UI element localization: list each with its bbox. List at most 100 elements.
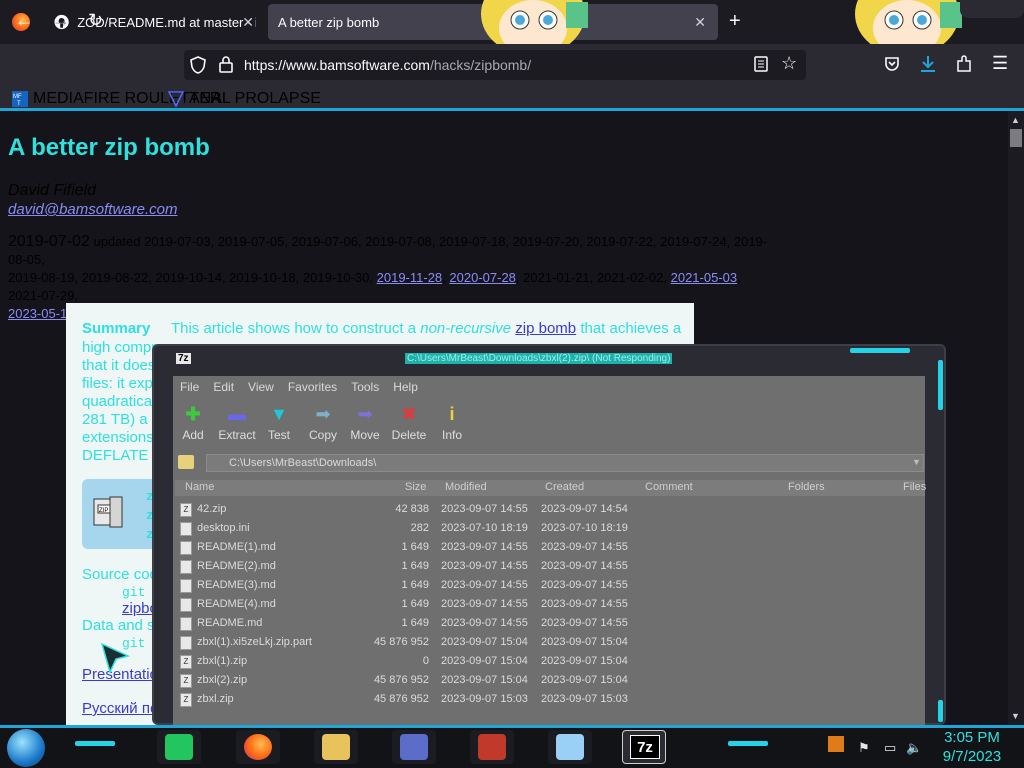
scroll-down-icon[interactable]: ▼: [1011, 711, 1020, 721]
menu-tools[interactable]: Tools: [344, 376, 386, 396]
info-icon: i: [449, 404, 455, 424]
add-button[interactable]: ✚ Add: [170, 404, 216, 442]
file-size: 42 838: [395, 503, 429, 515]
copy-button[interactable]: ➡ Copy: [300, 404, 346, 442]
summary-fragment: quadratica: [82, 393, 153, 410]
file-row[interactable]: Zzbxl.zip 45 876 952 2023-09-07 15:03 2023-…: [177, 690, 925, 709]
file-row[interactable]: desktop.ini 282 2023-07-10 18:19 2023-07-10…: [177, 519, 925, 538]
menu-favorites[interactable]: Favorites: [281, 376, 344, 396]
pocket-icon[interactable]: [884, 56, 900, 72]
file-row[interactable]: README(2).md 1 649 2023-09-07 14:55 2023-09…: [177, 557, 925, 576]
bookmark-anal-prolapse[interactable]: ANAL PROLAPSE: [168, 90, 321, 108]
reader-view-icon[interactable]: [754, 56, 768, 72]
bookmark-star-icon[interactable]: ☆: [781, 53, 797, 74]
file-created: 2023-09-07 15:04: [541, 636, 628, 648]
new-tab-icon[interactable]: +: [729, 10, 741, 33]
file-list-header: Name Size Modified Created Comment Folde…: [175, 480, 926, 496]
file-row[interactable]: zbxl(1).xi5zeLkj.zip.part 45 876 952 2023-…: [177, 633, 925, 652]
date-link[interactable]: 2021-05-03: [671, 270, 738, 285]
extensions-icon[interactable]: [956, 55, 972, 73]
author-name: David Fifield: [8, 182, 97, 199]
test-button[interactable]: ▼ Test: [256, 404, 302, 442]
info-button[interactable]: i Info: [429, 404, 475, 442]
url-text[interactable]: https://www.bamsoftware.com/hacks/zipbom…: [244, 57, 531, 73]
lock-icon[interactable]: [219, 56, 233, 73]
volume-icon[interactable]: 🔈: [906, 740, 922, 756]
menu-edit[interactable]: Edit: [206, 376, 241, 396]
file-created: 2023-09-07 15:04: [541, 674, 628, 686]
shield-icon[interactable]: [190, 56, 206, 74]
network-icon[interactable]: ▭: [884, 740, 896, 756]
file-created: 2023-09-07 14:55: [541, 598, 628, 610]
7zip-menu-bar: File Edit View Favorites Tools Help: [173, 376, 425, 396]
menu-hamburger-icon[interactable]: ☰: [992, 53, 1008, 74]
menu-file[interactable]: File: [173, 376, 206, 396]
file-modified: 2023-09-07 14:55: [441, 579, 528, 591]
file-row[interactable]: README.md 1 649 2023-09-07 14:55 2023-09-07…: [177, 614, 925, 633]
extract-icon: ▬: [228, 404, 246, 424]
date-link[interactable]: 2019-11-28: [377, 270, 443, 285]
window-controls[interactable]: [960, 0, 1024, 18]
menu-view[interactable]: View: [241, 376, 281, 396]
file-row[interactable]: README(3).md 1 649 2023-09-07 14:55 2023-09…: [177, 576, 925, 595]
date-link[interactable]: 2023-05-18: [8, 306, 75, 321]
zip-archive-icon: ZIP: [93, 496, 123, 528]
forward-icon[interactable]: →: [52, 10, 70, 31]
file-name: README(4).md: [197, 598, 276, 610]
flag-icon[interactable]: ⚑: [858, 740, 870, 756]
file-created: 2023-09-07 14:55: [541, 541, 628, 553]
tab-label: A better zip bomb: [278, 14, 380, 30]
column-folders[interactable]: Folders: [788, 481, 825, 493]
extract-button[interactable]: ▬ Extract: [214, 404, 260, 442]
data-label: Data and so: [82, 617, 163, 634]
file-row[interactable]: Z 42.zip 42 838 2023-09-07 14:55 2023-09-07 …: [177, 500, 925, 519]
file-name: desktop.ini: [197, 522, 250, 534]
file-row[interactable]: README(1).md 1 649 2023-09-07 14:55 2023-09…: [177, 538, 925, 557]
downloads-icon[interactable]: [918, 54, 938, 74]
date-link[interactable]: 2020-07-28: [449, 270, 516, 285]
file-modified: 2023-09-07 14:55: [441, 617, 528, 629]
id-card-app-icon: [400, 734, 428, 760]
move-button[interactable]: ➡ Move: [342, 404, 388, 442]
settings-file-icon: [180, 522, 192, 536]
file-row[interactable]: README(4).md 1 649 2023-09-07 14:55 2023-09…: [177, 595, 925, 614]
address-bar[interactable]: C:\Users\MrBeast\Downloads\: [206, 454, 924, 472]
russian-translation-link[interactable]: Русский пе: [82, 700, 158, 717]
scroll-up-icon[interactable]: ▲: [1011, 115, 1020, 125]
zip-bomb-link[interactable]: zip bomb: [515, 320, 576, 337]
file-created: 2023-09-07 14:55: [541, 617, 628, 629]
page-scrollbar[interactable]: ▲ ▼: [1008, 111, 1024, 725]
back-icon[interactable]: ←: [15, 10, 33, 31]
file-modified: 2023-09-07 15:04: [441, 636, 528, 648]
tray-app-icon[interactable]: [828, 736, 844, 752]
file-size: 282: [410, 522, 429, 534]
column-created[interactable]: Created: [545, 481, 584, 493]
scrollbar-thumb[interactable]: [1010, 129, 1022, 147]
chevron-down-icon[interactable]: ▼: [912, 457, 921, 467]
tab-zod-readme[interactable]: ZOD/README.md at master · ia ✕: [44, 4, 266, 40]
close-tab-icon[interactable]: ✕: [694, 14, 706, 31]
column-modified[interactable]: Modified: [445, 481, 487, 493]
author-email-link[interactable]: david@bamsoftware.com: [8, 201, 177, 218]
taskbar-clock[interactable]: 3:05 PM 9/7/2023: [938, 728, 1006, 766]
window-title: C:\Users\MrBeast\Downloads\zbxl(2).zip\ …: [405, 353, 673, 364]
column-name[interactable]: Name: [185, 481, 214, 493]
file-row[interactable]: Zzbxl(1).zip 0 2023-09-07 15:04 2023-09-07 …: [177, 652, 925, 671]
column-files[interactable]: Files: [903, 481, 926, 493]
summary-text: that achieves a: [580, 320, 682, 337]
start-button[interactable]: [7, 729, 45, 767]
folder-up-icon[interactable]: [178, 455, 194, 469]
toolbar-label: Add: [182, 428, 204, 442]
column-size[interactable]: Size: [405, 481, 426, 493]
markdown-file-icon: [180, 579, 192, 593]
column-comment[interactable]: Comment: [645, 481, 693, 493]
menu-help[interactable]: Help: [386, 376, 425, 396]
file-row[interactable]: Zzbxl(2).zip 45 876 952 2023-09-07 15:04 20…: [177, 671, 925, 690]
window-glow-bar: [938, 360, 943, 410]
close-tab-icon[interactable]: ✕: [242, 14, 254, 31]
delete-button[interactable]: ✖ Delete: [386, 404, 432, 442]
file-size: 45 876 952: [373, 636, 429, 648]
notes-app-icon: [165, 734, 193, 760]
reload-icon[interactable]: ↻: [88, 10, 103, 31]
toolbar-label: Delete: [391, 428, 427, 442]
